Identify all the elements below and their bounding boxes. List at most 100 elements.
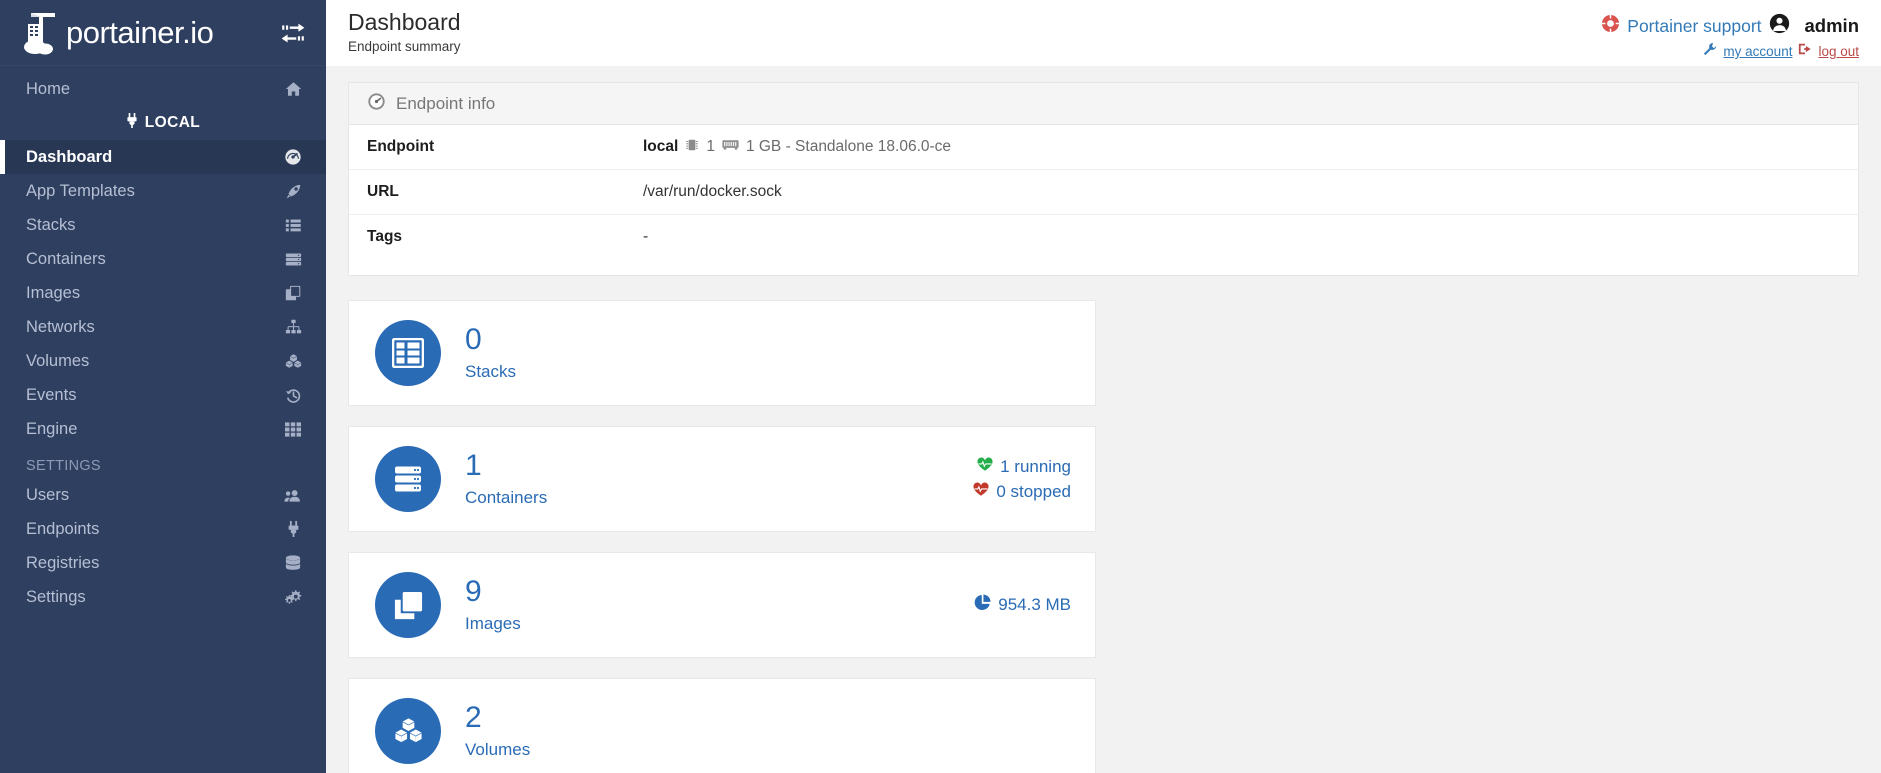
card-count: 2 (465, 701, 482, 734)
table-stacks-icon (375, 320, 441, 386)
tags-row-key: Tags (367, 228, 403, 245)
sidebar-item-label: Events (26, 385, 77, 404)
portainer-support-link[interactable]: Portainer support (1627, 16, 1761, 37)
exchange-icon[interactable] (278, 20, 308, 46)
server-icon (282, 249, 304, 269)
sitemap-icon (282, 317, 304, 337)
history-icon (282, 385, 304, 405)
card-label: Volumes (465, 740, 531, 759)
dashboard-cards: 0 Stacks 1 Containers 1 running 0 stoppe… (348, 300, 1859, 773)
endpoint-info-header: Endpoint info (349, 83, 1858, 125)
images-size-label: 954.3 MB (998, 595, 1071, 614)
user-controls: Portainer support admin my account log o… (1601, 8, 1859, 61)
containers-stopped-label: 0 stopped (996, 481, 1071, 501)
containers-stopped-status: 0 stopped (973, 482, 1071, 502)
card-label: Images (465, 614, 521, 633)
main-area: Dashboard Endpoint summary Portainer sup… (326, 0, 1881, 773)
sidebar-item-label: Stacks (26, 215, 76, 234)
local-label: LOCAL (144, 114, 201, 131)
tachometer-icon (367, 92, 386, 116)
card-volumes[interactable]: 2 Volumes (348, 678, 1096, 773)
user-circle-icon (1769, 13, 1790, 39)
plug-icon (282, 519, 304, 539)
local-endpoint-badge: LOCAL (0, 106, 326, 140)
sidebar-item-label: Containers (26, 249, 106, 268)
card-images[interactable]: 9 Images 954.3 MB (348, 552, 1096, 658)
sidebar-item-label: Endpoints (26, 519, 100, 538)
card-stacks[interactable]: 0 Stacks (348, 300, 1096, 406)
card-body: 0 Stacks (465, 324, 516, 382)
card-count: 0 (465, 323, 482, 356)
sidebar-item-users[interactable]: Users (0, 478, 326, 512)
endpoint-cpu-value: 1 (706, 138, 715, 155)
card-count: 9 (465, 575, 482, 608)
tags-row: Tags - (349, 215, 1858, 275)
url-row-value: /var/run/docker.sock (643, 183, 782, 200)
sidebar-item-label: Dashboard (26, 147, 113, 166)
users-icon (282, 485, 304, 505)
sidebar-item-volumes[interactable]: Volumes (0, 344, 326, 378)
sidebar-item-label: Registries (26, 553, 100, 572)
endpoint-row-key: Endpoint (367, 138, 435, 155)
plug-icon (126, 113, 138, 133)
pie-chart-icon (974, 594, 991, 616)
list-icon (282, 215, 304, 235)
endpoint-info-title: Endpoint info (396, 93, 496, 113)
sidebar-item-endpoints[interactable]: Endpoints (0, 512, 326, 546)
sidebar-item-images[interactable]: Images (0, 276, 326, 310)
sidebar-item-label: Images (26, 283, 81, 302)
containers-running-label: 1 running (1000, 456, 1071, 476)
sidebar-item-networks[interactable]: Networks (0, 310, 326, 344)
top-bar: Dashboard Endpoint summary Portainer sup… (326, 0, 1881, 66)
life-ring-icon (1601, 14, 1620, 38)
sidebar-item-settings[interactable]: Settings (0, 580, 326, 614)
sidebar-item-containers[interactable]: Containers (0, 242, 326, 276)
endpoint-row-value: local 1 1 GB - Standalone 18.06.0-ce (643, 138, 951, 157)
card-count: 1 (465, 449, 482, 482)
my-account-link[interactable]: my account (1723, 44, 1792, 59)
wrench-icon (1703, 42, 1717, 61)
sidebar: portainer.io Home LOCAL Dashboard App Te… (0, 0, 326, 773)
sidebar-brand[interactable]: portainer.io (0, 0, 326, 66)
sidebar-item-dashboard[interactable]: Dashboard (0, 140, 326, 174)
sidebar-item-label: Home (26, 79, 71, 98)
memory-icon (722, 138, 739, 156)
heartbeat-green-icon (977, 457, 993, 477)
rocket-icon (282, 181, 304, 201)
app-root: portainer.io Home LOCAL Dashboard App Te… (0, 0, 1881, 773)
card-body: 1 Containers (465, 450, 547, 508)
home-icon (282, 79, 304, 99)
card-body: 2 Volumes (465, 702, 530, 760)
sign-out-icon (1798, 42, 1812, 61)
clone-images-icon (282, 283, 304, 303)
log-out-link[interactable]: log out (1818, 44, 1859, 59)
cogs-icon (282, 587, 304, 607)
grid-th-icon (282, 419, 304, 439)
page-title: Dashboard (348, 9, 461, 35)
sidebar-item-home[interactable]: Home (0, 72, 326, 106)
heartbeat-red-icon (973, 482, 989, 502)
sidebar-item-registries[interactable]: Registries (0, 546, 326, 580)
endpoint-name: local (643, 138, 679, 155)
sidebar-nav: Home LOCAL Dashboard App Templates Stack… (0, 66, 326, 614)
card-containers[interactable]: 1 Containers 1 running 0 stopped (348, 426, 1096, 532)
sidebar-section-settings: SETTINGS (26, 458, 101, 474)
sidebar-item-app-templates[interactable]: App Templates (0, 174, 326, 208)
containers-status-group: 1 running 0 stopped (973, 457, 1071, 502)
sidebar-item-label: Settings (26, 587, 86, 606)
tags-row-value: - (643, 228, 649, 245)
user-controls-primary: Portainer support admin (1601, 13, 1859, 39)
sidebar-item-engine[interactable]: Engine (0, 412, 326, 446)
images-size-group: 954.3 MB (974, 594, 1071, 616)
card-label: Containers (465, 488, 548, 507)
sidebar-item-events[interactable]: Events (0, 378, 326, 412)
sidebar-item-stacks[interactable]: Stacks (0, 208, 326, 242)
admin-username: admin (1804, 15, 1859, 36)
sidebar-item-label: Users (26, 485, 70, 504)
card-label: Stacks (465, 362, 517, 381)
page-heading-group: Dashboard Endpoint summary (348, 8, 461, 54)
content-area: Endpoint info Endpoint local 1 1 GB - St… (326, 66, 1881, 773)
endpoint-memory-value: 1 GB - Standalone 18.06.0-ce (745, 138, 952, 155)
sidebar-item-label: Networks (26, 317, 95, 336)
page-subtitle: Endpoint summary (348, 39, 461, 54)
